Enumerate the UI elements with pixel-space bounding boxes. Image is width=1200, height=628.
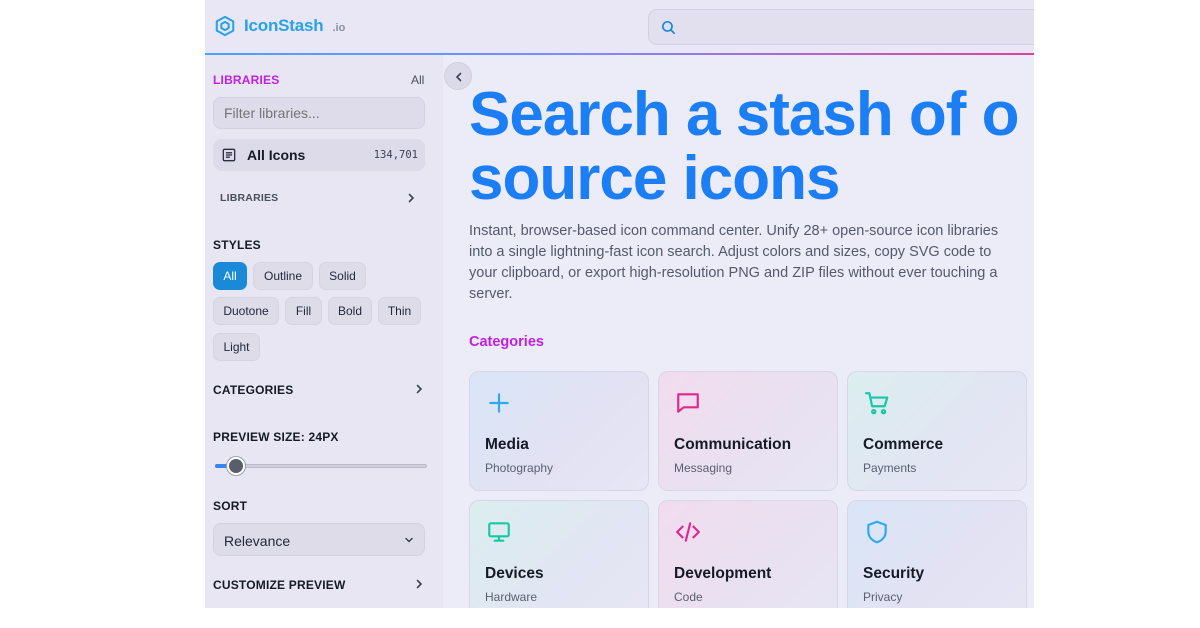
search-input[interactable]	[648, 9, 1034, 45]
category-title: Security	[863, 565, 925, 582]
style-pill-solid[interactable]: Solid	[319, 262, 366, 290]
list-icon	[222, 148, 236, 162]
chevron-down-icon	[405, 537, 413, 543]
category-card-devices[interactable]: Devices Hardware	[469, 500, 649, 608]
code-icon	[676, 522, 700, 542]
chevron-right-icon[interactable]	[406, 193, 416, 203]
category-subtitle: Hardware	[485, 590, 538, 604]
category-card-development[interactable]: Development Code	[658, 500, 838, 608]
category-subtitle: Payments	[863, 461, 917, 475]
categories-title: Categories	[469, 334, 544, 350]
chevron-right-icon[interactable]	[414, 384, 424, 394]
category-subtitle: Privacy	[863, 590, 903, 604]
top-header: IconStash .io	[205, 0, 1034, 54]
style-pill-bold[interactable]: Bold	[328, 297, 372, 325]
sort-selected-value: Relevance	[224, 533, 291, 549]
chevron-left-icon	[455, 72, 462, 82]
app-frame: IconStash .io LIBRARIES All All Icons 134…	[205, 0, 1034, 608]
hero-description: Instant, browser-based icon command cent…	[469, 223, 999, 302]
chevron-right-icon[interactable]	[414, 579, 424, 589]
logo-tld: .io	[332, 22, 346, 34]
style-pill-all[interactable]: All	[213, 262, 247, 290]
main-content: Search a stash of o source icons Instant…	[443, 55, 1034, 608]
category-card-communication[interactable]: Communication Messaging	[658, 371, 838, 491]
style-pill-light[interactable]: Light	[213, 333, 260, 361]
sort-heading: SORT	[213, 499, 248, 513]
category-subtitle: Code	[674, 590, 703, 604]
style-pill-fill[interactable]: Fill	[285, 297, 322, 325]
category-card-security[interactable]: Security Privacy	[847, 500, 1027, 608]
styles-heading: STYLES	[213, 238, 261, 252]
hexagon-logo-icon	[215, 15, 235, 37]
preview-size-heading: PREVIEW SIZE: 24PX	[213, 430, 339, 444]
preview-size-slider-thumb[interactable]	[227, 457, 246, 475]
message-square-icon	[677, 393, 699, 413]
filter-libraries-input[interactable]	[213, 97, 425, 129]
category-title: Development	[674, 565, 772, 582]
style-pill-duotone[interactable]: Duotone	[213, 297, 279, 325]
category-subtitle: Messaging	[674, 461, 733, 475]
category-card-commerce[interactable]: Commerce Payments	[847, 371, 1027, 491]
category-card-media[interactable]: Media Photography	[469, 371, 649, 491]
all-icons-item[interactable]: All Icons 134,701	[213, 139, 425, 171]
plus-icon	[489, 393, 509, 413]
all-icons-label: All Icons	[247, 147, 306, 163]
shield-icon	[867, 520, 887, 544]
category-subtitle: Photography	[485, 461, 554, 475]
category-title: Devices	[485, 565, 544, 582]
libraries-all-link[interactable]: All	[411, 73, 424, 87]
customize-preview-heading[interactable]: CUSTOMIZE PREVIEW	[213, 578, 346, 592]
all-icons-count: 134,701	[373, 149, 418, 161]
hero-title: Search a stash of o source icons	[469, 83, 1034, 211]
logo-name: IconStash	[244, 16, 324, 35]
style-pill-outline[interactable]: Outline	[253, 262, 313, 290]
categories-heading[interactable]: CATEGORIES	[213, 383, 293, 397]
libraries-expander[interactable]: LIBRARIES	[220, 192, 278, 204]
monitor-icon	[488, 522, 510, 542]
collapse-sidebar-button[interactable]	[444, 62, 472, 90]
sort-select[interactable]: Relevance	[213, 523, 425, 556]
search-icon	[661, 20, 676, 35]
hero-title-line-1: Search a stash of o	[469, 80, 1020, 149]
category-title: Media	[485, 436, 529, 453]
category-title: Communication	[674, 436, 792, 453]
shopping-cart-icon	[865, 392, 889, 415]
category-title: Commerce	[863, 436, 944, 453]
style-pill-thin[interactable]: Thin	[378, 297, 421, 325]
libraries-heading: LIBRARIES	[213, 73, 280, 87]
preview-size-slider-track[interactable]	[215, 464, 427, 468]
logo[interactable]: IconStash .io	[214, 15, 345, 37]
sidebar: LIBRARIES All All Icons 134,701 LIBRARIE…	[205, 55, 443, 608]
hero-title-line-2: source icons	[469, 144, 840, 213]
